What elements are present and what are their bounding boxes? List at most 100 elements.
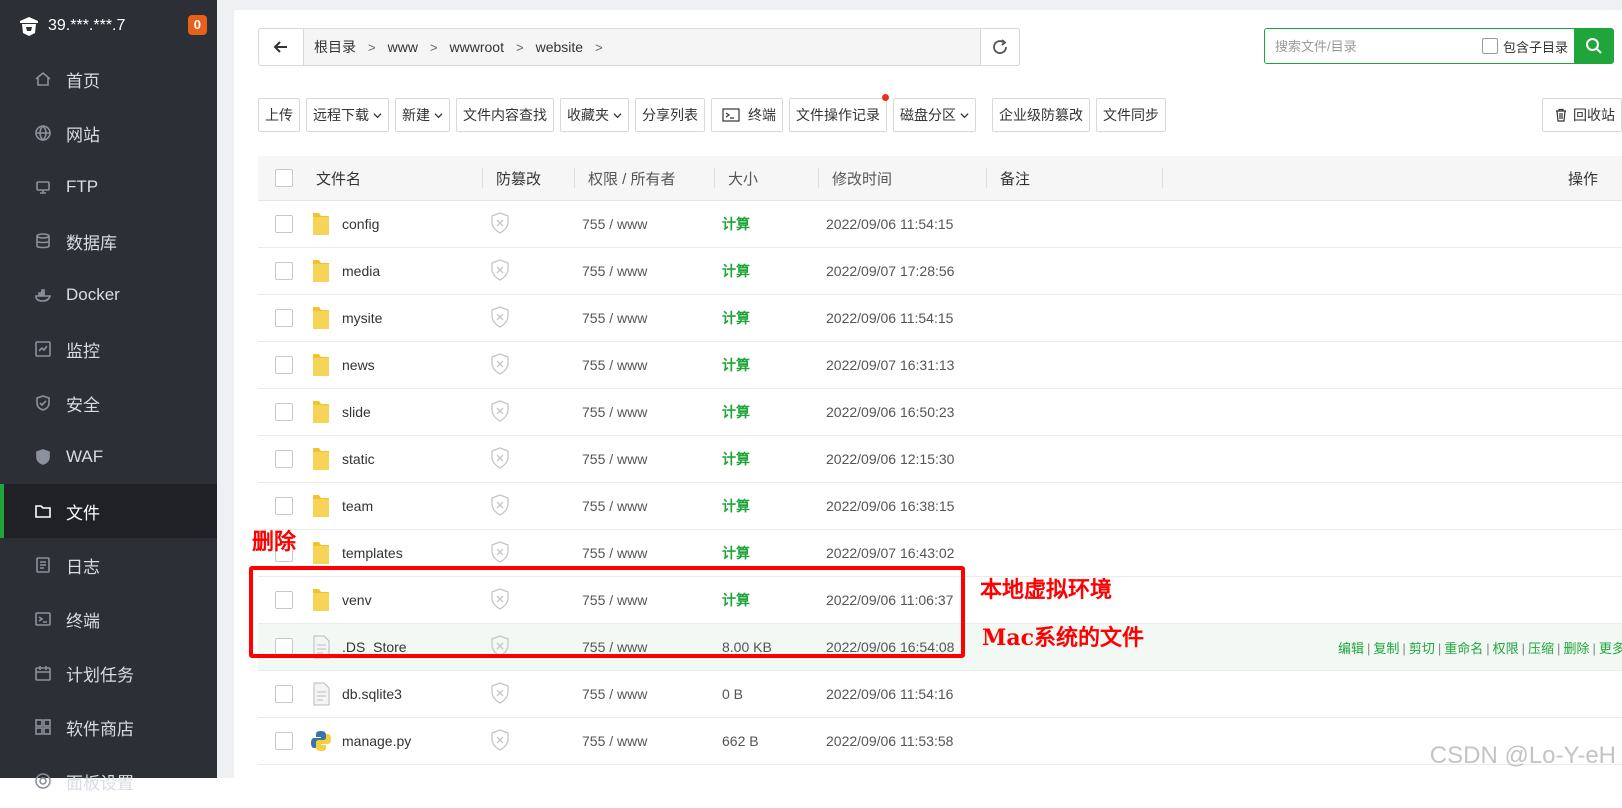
row-checkbox[interactable] — [275, 591, 293, 609]
file-perm[interactable]: 755 / www — [582, 733, 722, 749]
row-op-3[interactable]: 重命名 — [1444, 641, 1483, 656]
tamper-shield-icon[interactable] — [490, 493, 510, 519]
share-list-button[interactable]: 分享列表 — [635, 98, 705, 132]
include-subdir-checkbox[interactable]: 包含子目录 — [1481, 37, 1568, 56]
row-checkbox[interactable] — [275, 685, 293, 703]
table-row[interactable]: news 755 / www 计算 2022/09/07 16:31:13 — [258, 342, 1622, 389]
tamper-shield-icon[interactable] — [490, 352, 510, 378]
row-op-4[interactable]: 权限 — [1493, 641, 1519, 656]
tamper-shield-icon[interactable] — [490, 211, 510, 237]
row-checkbox[interactable] — [275, 403, 293, 421]
new-button[interactable]: 新建 — [395, 98, 450, 132]
file-perm[interactable]: 755 / www — [582, 498, 722, 514]
sidebar-item-7[interactable]: WAF — [0, 430, 217, 484]
file-name[interactable]: .DS_Store — [342, 639, 407, 655]
tamper-shield-icon[interactable] — [490, 258, 510, 284]
file-name[interactable]: templates — [342, 545, 403, 561]
tamper-shield-icon[interactable] — [490, 634, 510, 660]
row-checkbox[interactable] — [275, 638, 293, 656]
col-mtime[interactable]: 修改时间 — [832, 168, 1000, 189]
tamper-shield-icon[interactable] — [490, 681, 510, 707]
favorites-button[interactable]: 收藏夹 — [560, 98, 629, 132]
row-op-0[interactable]: 编辑 — [1338, 641, 1364, 656]
sidebar-item-4[interactable]: Docker — [0, 268, 217, 322]
row-checkbox[interactable] — [275, 309, 293, 327]
sidebar-item-5[interactable]: 监控 — [0, 322, 217, 376]
table-row[interactable]: static 755 / www 计算 2022/09/06 12:15:30 — [258, 436, 1622, 483]
breadcrumb-item[interactable]: www — [388, 39, 418, 55]
table-row[interactable]: venv 755 / www 计算 2022/09/06 11:06:37 — [258, 577, 1622, 624]
file-name[interactable]: db.sqlite3 — [342, 686, 402, 702]
breadcrumb-item[interactable]: website — [536, 39, 583, 55]
file-size[interactable]: 计算 — [722, 261, 826, 281]
file-perm[interactable]: 755 / www — [582, 686, 722, 702]
sidebar-item-1[interactable]: 网站 — [0, 106, 217, 160]
file-perm[interactable]: 755 / www — [582, 451, 722, 467]
file-name[interactable]: media — [342, 263, 380, 279]
select-all-checkbox[interactable] — [275, 169, 293, 187]
file-size[interactable]: 计算 — [722, 308, 826, 328]
file-perm[interactable]: 755 / www — [582, 310, 722, 326]
disk-partition-button[interactable]: 磁盘分区 — [893, 98, 976, 132]
file-name[interactable]: team — [342, 498, 373, 514]
file-perm[interactable]: 755 / www — [582, 404, 722, 420]
file-size[interactable]: 计算 — [722, 543, 826, 563]
file-name[interactable]: mysite — [342, 310, 382, 326]
server-header[interactable]: 39.***.***.7 0 — [0, 0, 217, 52]
col-name[interactable]: 文件名 — [310, 168, 484, 189]
file-name[interactable]: manage.py — [342, 733, 411, 749]
file-name[interactable]: news — [342, 357, 375, 373]
operation-log-button[interactable]: 文件操作记录 — [789, 94, 889, 132]
row-checkbox[interactable] — [275, 215, 293, 233]
search-button[interactable] — [1574, 29, 1614, 63]
sidebar-item-13[interactable]: 面板设置 — [0, 754, 217, 808]
file-sync-button[interactable]: 文件同步 — [1096, 98, 1166, 132]
tamper-shield-icon[interactable] — [490, 446, 510, 472]
tamper-shield-icon[interactable] — [490, 399, 510, 425]
sidebar-item-9[interactable]: 日志 — [0, 538, 217, 592]
notification-badge[interactable]: 0 — [187, 15, 207, 35]
file-size[interactable]: 计算 — [722, 496, 826, 516]
file-name[interactable]: static — [342, 451, 375, 467]
content-search-button[interactable]: 文件内容查找 — [456, 98, 554, 132]
file-size[interactable]: 计算 — [722, 449, 826, 469]
table-row[interactable]: media 755 / www 计算 2022/09/07 17:28:56 — [258, 248, 1622, 295]
table-row[interactable]: templates 755 / www 计算 2022/09/07 16:43:02 — [258, 530, 1622, 577]
upload-button[interactable]: 上传 — [258, 98, 300, 132]
sidebar-item-11[interactable]: 计划任务 — [0, 646, 217, 700]
table-row[interactable]: team 755 / www 计算 2022/09/06 16:38:15 — [258, 483, 1622, 530]
file-perm[interactable]: 755 / www — [582, 216, 722, 232]
file-perm[interactable]: 755 / www — [582, 263, 722, 279]
row-checkbox[interactable] — [275, 450, 293, 468]
tamper-shield-icon[interactable] — [490, 587, 510, 613]
file-name[interactable]: slide — [342, 404, 371, 420]
file-size[interactable]: 计算 — [722, 355, 826, 375]
table-row[interactable]: .DS_Store 755 / www 8.00 KB 2022/09/06 16:5… — [258, 624, 1622, 671]
checkbox[interactable] — [1481, 38, 1498, 54]
sidebar-item-12[interactable]: 软件商店 — [0, 700, 217, 754]
sidebar-item-2[interactable]: FTP — [0, 160, 217, 214]
table-row[interactable]: config 755 / www 计算 2022/09/06 11:54:15 — [258, 201, 1622, 248]
file-perm[interactable]: 755 / www — [582, 639, 722, 655]
search-input[interactable] — [1265, 30, 1482, 62]
breadcrumb-item[interactable]: 根目录 — [314, 37, 356, 57]
terminal-button[interactable]: 终端 — [711, 98, 783, 132]
sidebar-item-0[interactable]: 首页 — [0, 52, 217, 106]
sidebar-item-8[interactable]: 文件 — [0, 484, 217, 538]
row-checkbox[interactable] — [275, 732, 293, 750]
file-perm[interactable]: 755 / www — [582, 592, 722, 608]
row-op-2[interactable]: 剪切 — [1409, 641, 1435, 656]
row-op-1[interactable]: 复制 — [1373, 641, 1399, 656]
remote-download-button[interactable]: 远程下载 — [306, 98, 389, 132]
row-checkbox[interactable] — [275, 356, 293, 374]
table-row[interactable]: slide 755 / www 计算 2022/09/06 16:50:23 — [258, 389, 1622, 436]
file-name[interactable]: config — [342, 216, 379, 232]
file-name[interactable]: venv — [342, 592, 372, 608]
table-row[interactable]: mysite 755 / www 计算 2022/09/06 11:54:15 — [258, 295, 1622, 342]
table-row[interactable]: manage.py 755 / www 662 B 2022/09/06 11:53:… — [258, 718, 1622, 765]
sidebar-item-3[interactable]: 数据库 — [0, 214, 217, 268]
file-size[interactable]: 计算 — [722, 590, 826, 610]
sidebar-item-6[interactable]: 安全 — [0, 376, 217, 430]
row-op-6[interactable]: 删除 — [1563, 641, 1589, 656]
file-perm[interactable]: 755 / www — [582, 545, 722, 561]
